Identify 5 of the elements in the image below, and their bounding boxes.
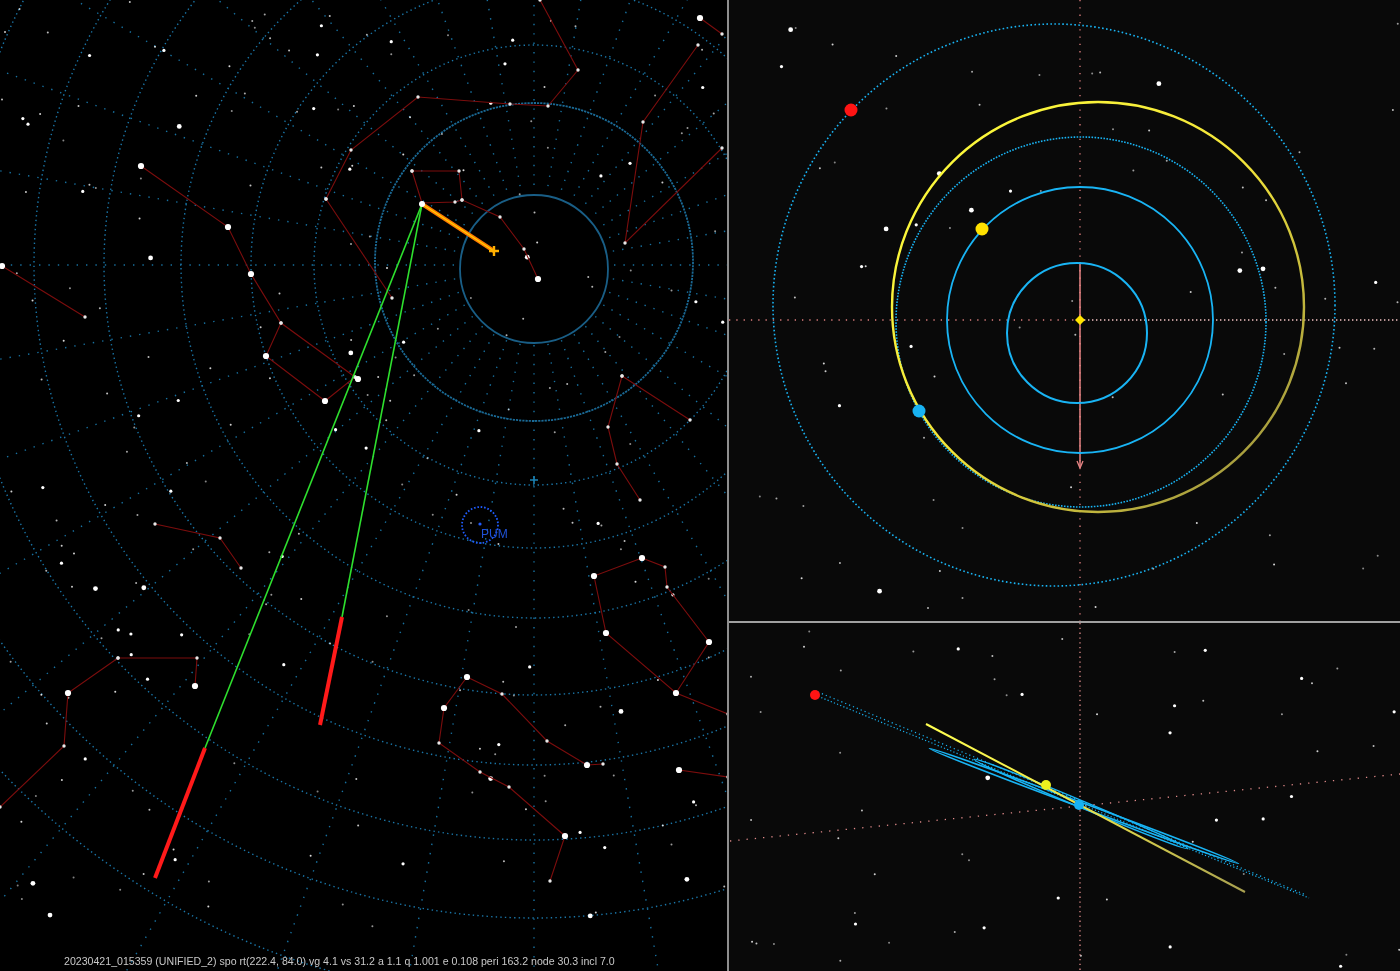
shower-label: PUM (481, 527, 508, 541)
status-text: 20230421_015359 (UNIFIED_2) spo rt(222.4, 84.0) vg 4.1 vs 31.2 a 1.1 q 1.001 e 0.108 peri 163.2 node 30.3 incl 7.0 (64, 955, 615, 968)
cross-marker-icon (529, 475, 539, 485)
constellation-drawing (675, 766, 727, 779)
sun-icon (1075, 315, 1085, 325)
